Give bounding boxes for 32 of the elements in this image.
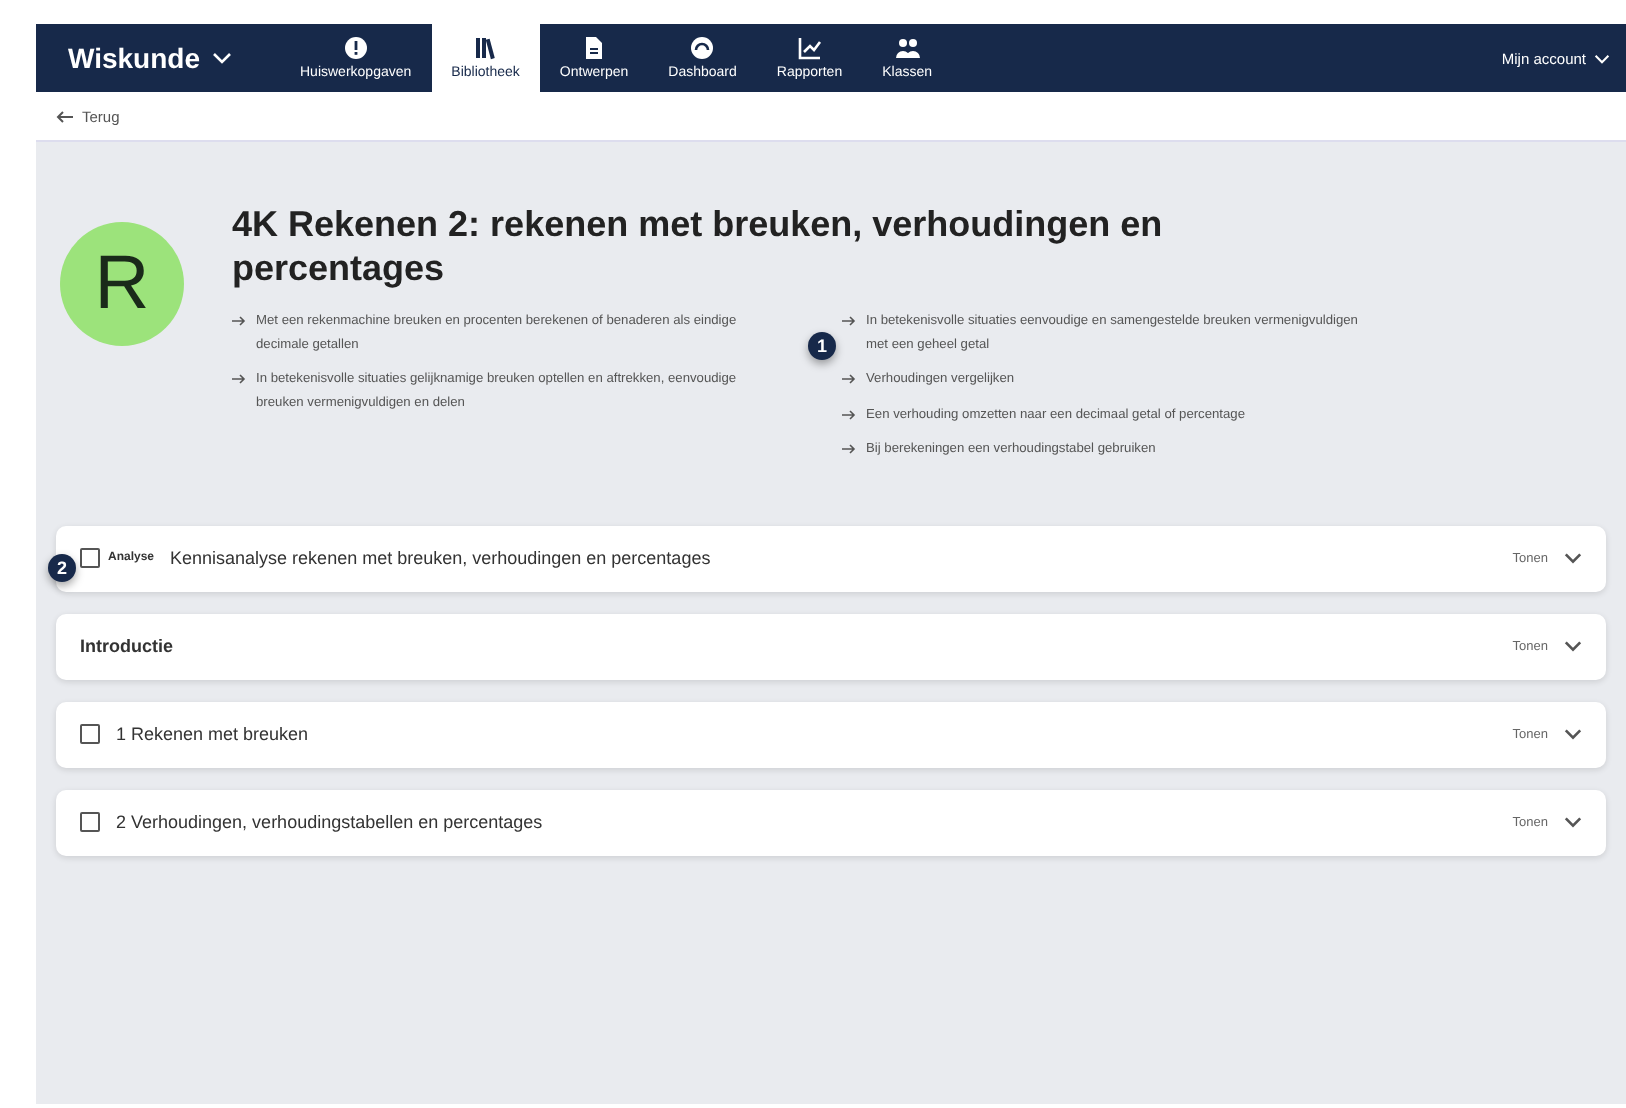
chevron-down-icon bbox=[1564, 816, 1582, 828]
brand-name: Wiskunde bbox=[68, 42, 200, 74]
section-title: 1 Rekenen met breuken bbox=[116, 724, 309, 744]
section-title: Kennisanalyse rekenen met breuken, verhoudingen en percentages bbox=[170, 548, 711, 568]
arrow-icon bbox=[842, 409, 856, 419]
chart-icon bbox=[797, 36, 822, 60]
section-title: Introductie bbox=[80, 636, 173, 656]
checkbox[interactable] bbox=[80, 548, 100, 568]
alert-icon bbox=[343, 36, 368, 60]
step-marker: 1 bbox=[808, 332, 836, 360]
gauge-icon bbox=[690, 36, 715, 60]
chevron-down-icon bbox=[1594, 53, 1610, 63]
section-title: 2 Verhoudingen, verhoudingstabellen en percentages bbox=[116, 812, 543, 832]
course-avatar: R bbox=[60, 222, 184, 346]
document-icon bbox=[582, 36, 607, 60]
arrow-icon bbox=[232, 374, 246, 384]
chevron-down-icon bbox=[1564, 640, 1582, 652]
checkbox[interactable] bbox=[80, 724, 100, 744]
arrow-left-icon bbox=[56, 109, 74, 123]
course-title: 4K Rekenen 2: rekenen met breuken, verhoudingen en percentages bbox=[232, 202, 1165, 290]
chevron-down-icon bbox=[1564, 728, 1582, 740]
arrow-icon bbox=[842, 374, 856, 384]
step-marker: 2 bbox=[48, 553, 76, 581]
people-icon bbox=[895, 36, 920, 60]
arrow-icon bbox=[842, 316, 856, 326]
chevron-down-icon bbox=[1564, 552, 1582, 564]
course-switcher[interactable]: Wiskunde bbox=[36, 24, 280, 92]
arrow-icon bbox=[842, 444, 856, 454]
chevron-down-icon bbox=[212, 52, 232, 64]
arrow-icon bbox=[232, 316, 246, 326]
books-icon bbox=[473, 36, 498, 60]
checkbox[interactable] bbox=[80, 812, 100, 832]
